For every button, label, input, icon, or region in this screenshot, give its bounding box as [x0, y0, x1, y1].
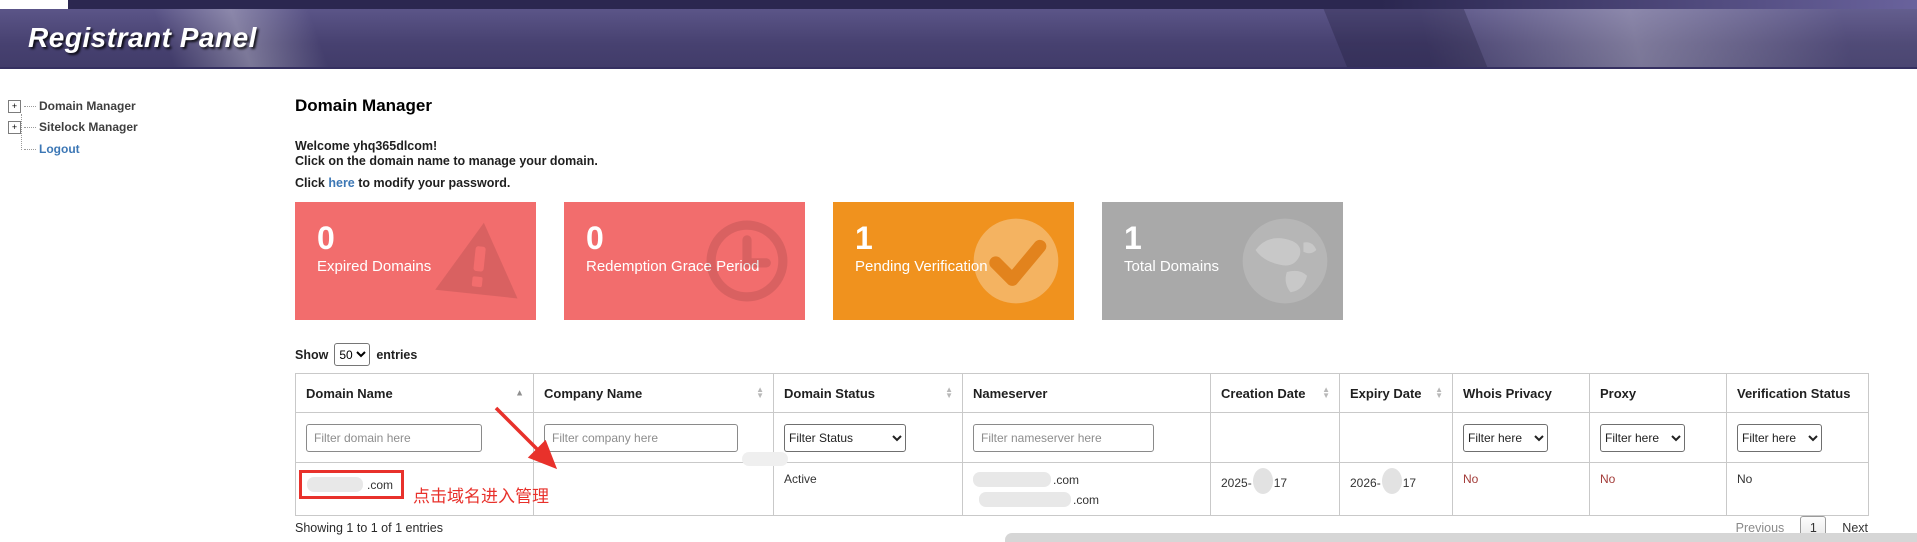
filter-cell-creation-date	[1211, 413, 1340, 463]
stat-card-pending-verification: 1 Pending Verification	[833, 202, 1074, 320]
globe-icon	[1239, 215, 1331, 307]
tree-dots	[24, 127, 36, 128]
welcome-line1: Welcome yhq365dlcom!	[295, 139, 437, 153]
col-header-creation-date[interactable]: Creation Date ▲▼	[1211, 374, 1340, 413]
app-title: Registrant Panel	[28, 22, 257, 54]
verification-filter-select[interactable]: Filter here	[1737, 424, 1822, 452]
clock-icon	[701, 215, 793, 307]
bottom-gray-band	[1005, 533, 1917, 542]
nameserver-filter-input[interactable]	[973, 424, 1154, 452]
check-circle-icon	[970, 215, 1062, 307]
annotation-text: 点击域名进入管理	[413, 482, 549, 507]
password-line: Click here to modify your password.	[295, 176, 510, 190]
filter-cell-company	[534, 413, 774, 463]
password-line-suffix: to modify your password.	[355, 176, 511, 190]
sidebar-item-domain-manager[interactable]: + Domain Manager	[8, 99, 136, 113]
col-header-verification-status[interactable]: Verification Status	[1727, 374, 1869, 413]
entries-per-page-select[interactable]: 50	[334, 343, 370, 366]
nameserver-line: .com	[973, 492, 1200, 507]
filter-cell-nameserver	[963, 413, 1211, 463]
table-header-row: Domain Name ▲ Company Name ▲▼ Domain Sta…	[296, 374, 1869, 413]
sidebar-item-label[interactable]: Domain Manager	[39, 99, 136, 113]
welcome-text: Welcome yhq365dlcom! Click on the domain…	[295, 139, 598, 169]
stat-card-redemption-grace: 0 Redemption Grace Period	[564, 202, 805, 320]
company-name-cell	[534, 463, 774, 516]
domain-filter-input[interactable]	[306, 424, 482, 452]
sort-icon[interactable]: ▲▼	[945, 387, 953, 399]
sort-asc-icon[interactable]: ▲	[515, 389, 524, 398]
redacted-nameserver-blur	[973, 472, 1051, 487]
stat-card-expired-domains: 0 Expired Domains	[295, 202, 536, 320]
whois-filter-select[interactable]: Filter here	[1463, 424, 1548, 452]
proxy-cell: No	[1590, 463, 1727, 516]
welcome-line2: Click on the domain name to manage your …	[295, 154, 598, 168]
expand-plus-icon[interactable]: +	[8, 121, 21, 134]
proxy-filter-select[interactable]: Filter here	[1600, 424, 1685, 452]
stat-card-total-domains: 1 Total Domains	[1102, 202, 1343, 320]
show-label: Show	[295, 348, 328, 362]
col-header-expiry-date[interactable]: Expiry Date ▲▼	[1340, 374, 1453, 413]
filter-cell-expiry-date	[1340, 413, 1453, 463]
verification-status-cell: No	[1727, 463, 1869, 516]
sidebar-item-sitelock-manager[interactable]: + Sitelock Manager	[8, 120, 138, 134]
warning-triangle-icon	[432, 215, 524, 307]
sidebar-item-logout[interactable]: Logout	[8, 142, 80, 156]
sort-icon[interactable]: ▲▼	[1322, 387, 1330, 399]
company-filter-input[interactable]	[544, 424, 738, 452]
creation-date-cell: 2025- 17	[1211, 463, 1340, 516]
whois-privacy-cell: No	[1453, 463, 1590, 516]
sidebar-item-label[interactable]: Sitelock Manager	[39, 120, 138, 134]
filter-cell-proxy: Filter here	[1590, 413, 1727, 463]
col-header-nameserver[interactable]: Nameserver	[963, 374, 1211, 413]
redacted-nameserver-blur	[979, 492, 1071, 507]
tree-dots	[24, 149, 36, 150]
password-line-prefix: Click	[295, 176, 328, 190]
domain-link-highlight-box[interactable]: .com	[299, 470, 404, 499]
domain-status-cell: Active	[774, 463, 963, 516]
expiry-date-cell: 2026- 17	[1340, 463, 1453, 516]
col-header-domain-status[interactable]: Domain Status ▲▼	[774, 374, 963, 413]
entries-bar: Show 50 entries	[295, 343, 417, 366]
redacted-domain-blur	[307, 477, 363, 492]
redacted-date-blur	[1253, 468, 1273, 494]
entries-label: entries	[376, 348, 417, 362]
logout-link[interactable]: Logout	[39, 142, 80, 156]
tree-dots	[24, 106, 36, 107]
col-header-proxy[interactable]: Proxy	[1590, 374, 1727, 413]
status-filter-select[interactable]: Filter Status	[784, 424, 906, 452]
sort-icon[interactable]: ▲▼	[1435, 387, 1443, 399]
filter-cell-status: Filter Status	[774, 413, 963, 463]
domain-link[interactable]: .com	[367, 478, 393, 492]
sort-icon[interactable]: ▲▼	[756, 387, 764, 399]
col-header-company-name[interactable]: Company Name ▲▼	[534, 374, 774, 413]
main-content: Domain Manager Welcome yhq365dlcom! Clic…	[295, 0, 1875, 542]
nameserver-line: .com	[973, 472, 1200, 487]
col-header-whois-privacy[interactable]: Whois Privacy	[1453, 374, 1590, 413]
redacted-date-blur	[1382, 468, 1402, 494]
modify-password-link[interactable]: here	[328, 176, 354, 190]
filter-cell-domain	[296, 413, 534, 463]
filter-cell-whois: Filter here	[1453, 413, 1590, 463]
stat-cards: 0 Expired Domains 0 Redemption Grace Per…	[295, 202, 1343, 320]
redaction-smudge	[742, 452, 788, 466]
filter-cell-verification: Filter here	[1727, 413, 1869, 463]
expand-plus-icon[interactable]: +	[8, 100, 21, 113]
col-header-domain-name[interactable]: Domain Name ▲	[296, 374, 534, 413]
nameserver-cell: .com .com	[963, 463, 1211, 516]
page-title: Domain Manager	[295, 96, 432, 116]
filter-row: Filter Status Filter here Filter here	[296, 413, 1869, 463]
